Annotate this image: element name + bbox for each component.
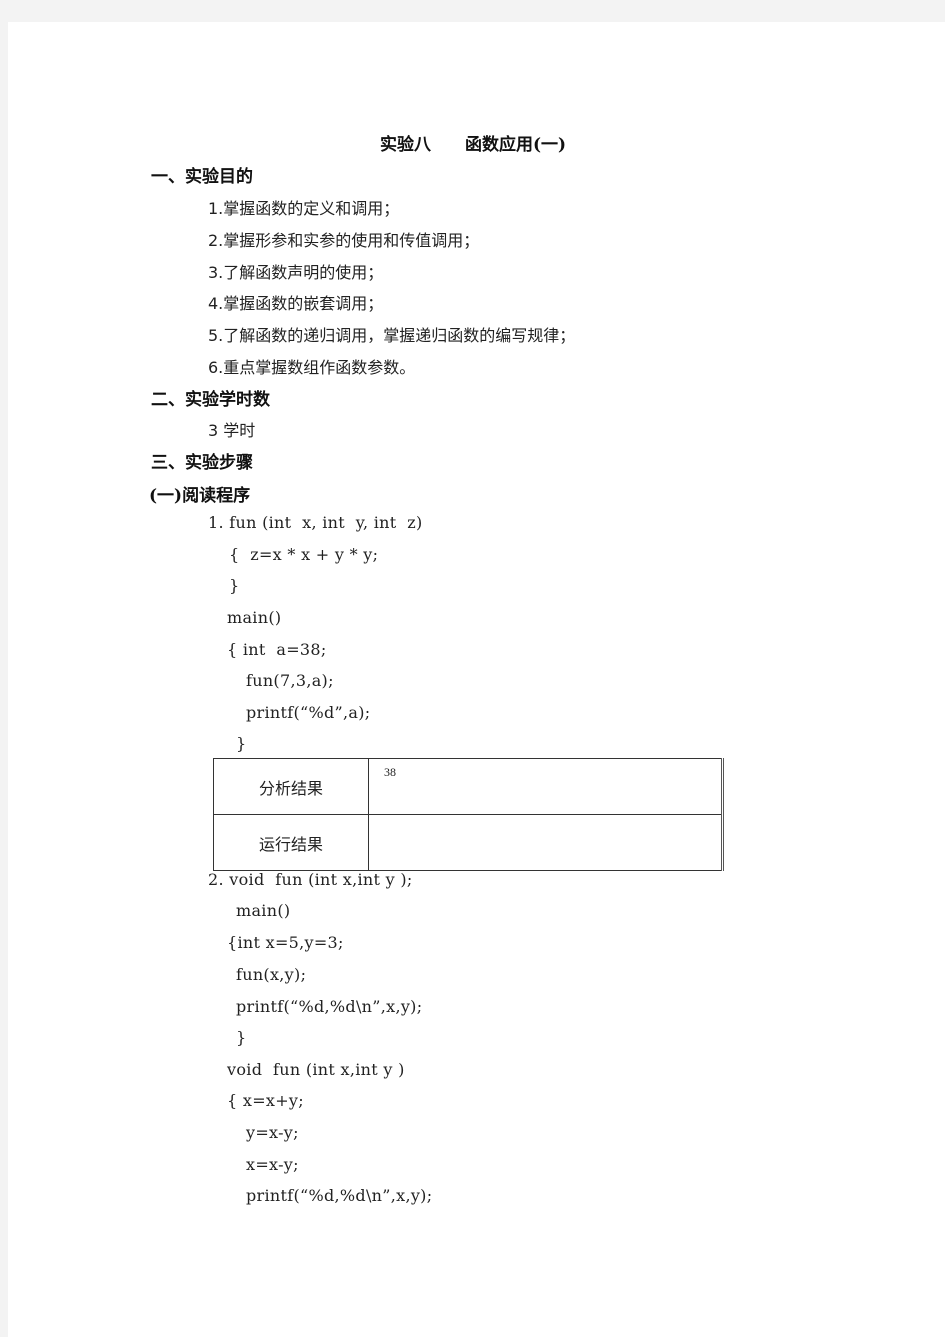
run-result-value[interactable]: [368, 814, 723, 871]
section-heading-purpose: 一、实验目的: [151, 167, 253, 187]
purpose-item: 2.掌握形参和实参的使用和传值调用；: [208, 231, 480, 250]
code-line: }: [229, 576, 240, 595]
code-line: main(): [236, 901, 291, 920]
section-heading-hours: 二、实验学时数: [151, 390, 270, 410]
purpose-item: 4.掌握函数的嵌套调用；: [208, 294, 384, 313]
code-line: x=x-y;: [246, 1155, 299, 1174]
code-line: {int x=5,y=3;: [227, 933, 344, 952]
code-line: { int a=38;: [227, 640, 327, 659]
document-body: 实验八 函数应用(一) 一、实验目的 1.掌握函数的定义和调用； 2.掌握形参和…: [8, 22, 945, 1337]
purpose-item: 6.重点掌握数组作函数参数。: [208, 358, 416, 377]
document-page: 实验八 函数应用(一) 一、实验目的 1.掌握函数的定义和调用； 2.掌握形参和…: [8, 22, 945, 1337]
code-line: { x=x+y;: [227, 1091, 304, 1110]
purpose-item: 3.了解函数声明的使用；: [208, 263, 384, 282]
code-line: printf(“%d,%d\n”,x,y);: [236, 997, 423, 1016]
hours-value: 3 学时: [208, 421, 256, 440]
code-line: 2. void fun (int x,int y );: [208, 870, 413, 889]
result-table: 分析结果 38 运行结果: [213, 758, 724, 871]
code-line: printf(“%d”,a);: [246, 703, 371, 722]
analysis-result-label: 分析结果: [213, 758, 369, 815]
code-line: main(): [227, 608, 282, 627]
code-line: fun(7,3,a);: [246, 671, 334, 690]
code-line: 1. fun (int x, int y, int z): [208, 513, 423, 532]
purpose-item: 5.了解函数的递归调用，掌握递归函数的编写规律；: [208, 326, 576, 345]
code-line: }: [236, 1028, 247, 1047]
purpose-item: 1.掌握函数的定义和调用；: [208, 199, 400, 218]
analysis-result-value[interactable]: 38: [368, 758, 723, 815]
code-line: fun(x,y);: [236, 965, 307, 984]
code-line: { z=x * x + y * y;: [229, 545, 379, 564]
table-row: 分析结果 38: [213, 758, 723, 815]
code-line: printf(“%d,%d\n”,x,y);: [246, 1186, 433, 1205]
code-line: void fun (int x,int y ): [227, 1060, 405, 1079]
code-line: y=x-y;: [246, 1123, 299, 1142]
subheading-read-program: (一)阅读程序: [149, 486, 251, 506]
section-heading-steps: 三、实验步骤: [151, 453, 253, 473]
table-row: 运行结果: [213, 814, 723, 871]
run-result-label: 运行结果: [213, 814, 369, 871]
code-line: }: [236, 734, 247, 753]
document-title: 实验八 函数应用(一): [380, 135, 567, 155]
